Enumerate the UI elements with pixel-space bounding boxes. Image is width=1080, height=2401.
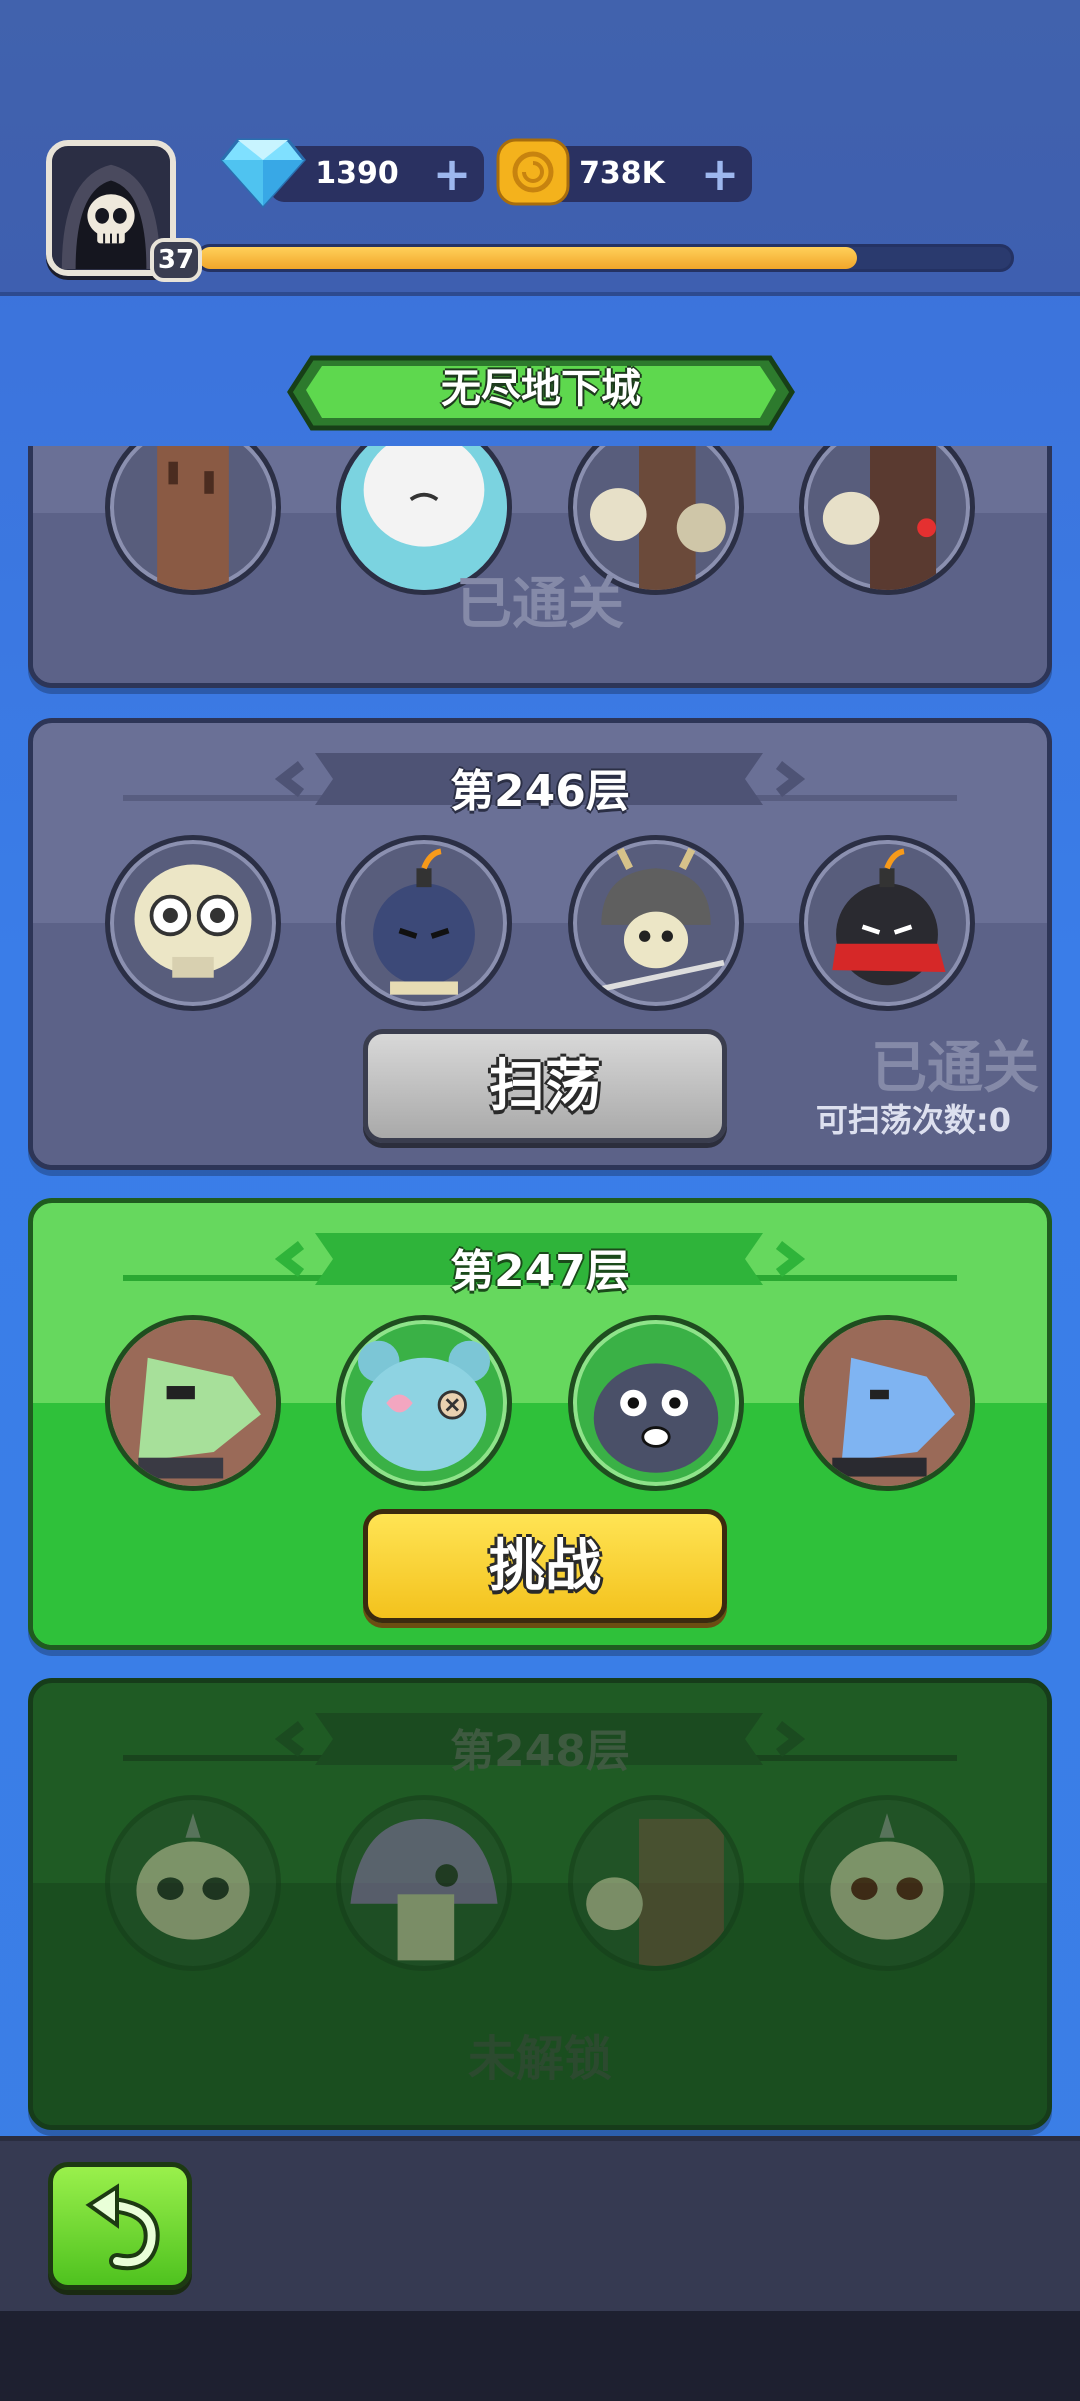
enemy-portrait: [336, 1315, 512, 1491]
enemy-portrait: [799, 1315, 975, 1491]
floor-header: 第246层: [33, 743, 1047, 817]
floor-card-248: 第248层 未解锁: [28, 1678, 1052, 2130]
dark-bug-icon: [593, 1363, 719, 1473]
samurai-skeleton-icon: [591, 847, 725, 994]
skeleton-box-icon: [586, 1818, 724, 1966]
floor-title: 第246层: [450, 766, 630, 817]
stitched-bear-icon: [357, 1340, 491, 1471]
mushroom-icon: [350, 1818, 498, 1961]
enemy-portrait: [336, 835, 512, 1011]
xp-progress-fill: [199, 247, 857, 269]
enemy-portrait: [336, 1795, 512, 1971]
player-level-badge: 37: [150, 238, 202, 282]
xp-progress-bar: [196, 244, 1014, 272]
cleared-label: 已通关: [456, 572, 624, 637]
diamond-icon: [220, 138, 306, 209]
floor-card-cleared-previous: 已通关: [28, 446, 1052, 688]
red-eye-skull-icon: [830, 1813, 944, 1940]
horned-skull-icon: [136, 1813, 250, 1940]
enemy-portrait: [105, 835, 281, 1011]
enemy-portrait: [799, 1795, 975, 1971]
floor-header: 第248层: [33, 1703, 1047, 1777]
add-coins-button[interactable]: +: [698, 151, 742, 197]
bomb-icon: [373, 848, 475, 995]
enemy-portrait: [568, 1315, 744, 1491]
enemy-portrait: [105, 1315, 281, 1491]
page-title: 无尽地下城: [441, 366, 641, 412]
zombie-dog-icon: [110, 1320, 276, 1486]
floor-card-247: 第247层 挑战: [28, 1198, 1052, 1650]
system-nav-area: [0, 2311, 1080, 2401]
enemy-portrait: [568, 835, 744, 1011]
add-gems-button[interactable]: +: [430, 151, 474, 197]
locked-label: 未解锁: [467, 2031, 612, 2087]
dungeon-title-banner: 无尽地下城: [276, 348, 806, 438]
sweep-button[interactable]: 扫荡: [363, 1029, 727, 1143]
floor-title: 第247层: [450, 1246, 630, 1297]
enemy-portrait: [105, 1795, 281, 1971]
enemy-portrait: [799, 835, 975, 1011]
back-arrow-icon: [85, 2183, 160, 2271]
enemy-portrait: [568, 1795, 744, 1971]
skull-icon: [134, 864, 252, 978]
blue-dog-icon: [804, 1320, 970, 1486]
back-button[interactable]: [48, 2162, 192, 2290]
cleared-label: 已通关: [871, 1036, 1039, 1101]
floor-list[interactable]: 已通关 第246层 扫荡 已通关 可扫荡次数:0 第247层 挑战 第248层 …: [0, 446, 1080, 2136]
top-bar: 37 1390 + 738K +: [0, 0, 1080, 296]
floor-title: 第248层: [450, 1726, 630, 1777]
challenge-button[interactable]: 挑战: [363, 1509, 727, 1623]
ninja-bomb-icon: [832, 848, 946, 986]
coin-icon: [496, 138, 570, 206]
floor-header: 第247层: [33, 1223, 1047, 1297]
floor-card-246: 第246层 扫荡 已通关 可扫荡次数:0: [28, 718, 1052, 1170]
sweep-count-label: 可扫荡次数:0: [815, 1101, 1011, 1139]
